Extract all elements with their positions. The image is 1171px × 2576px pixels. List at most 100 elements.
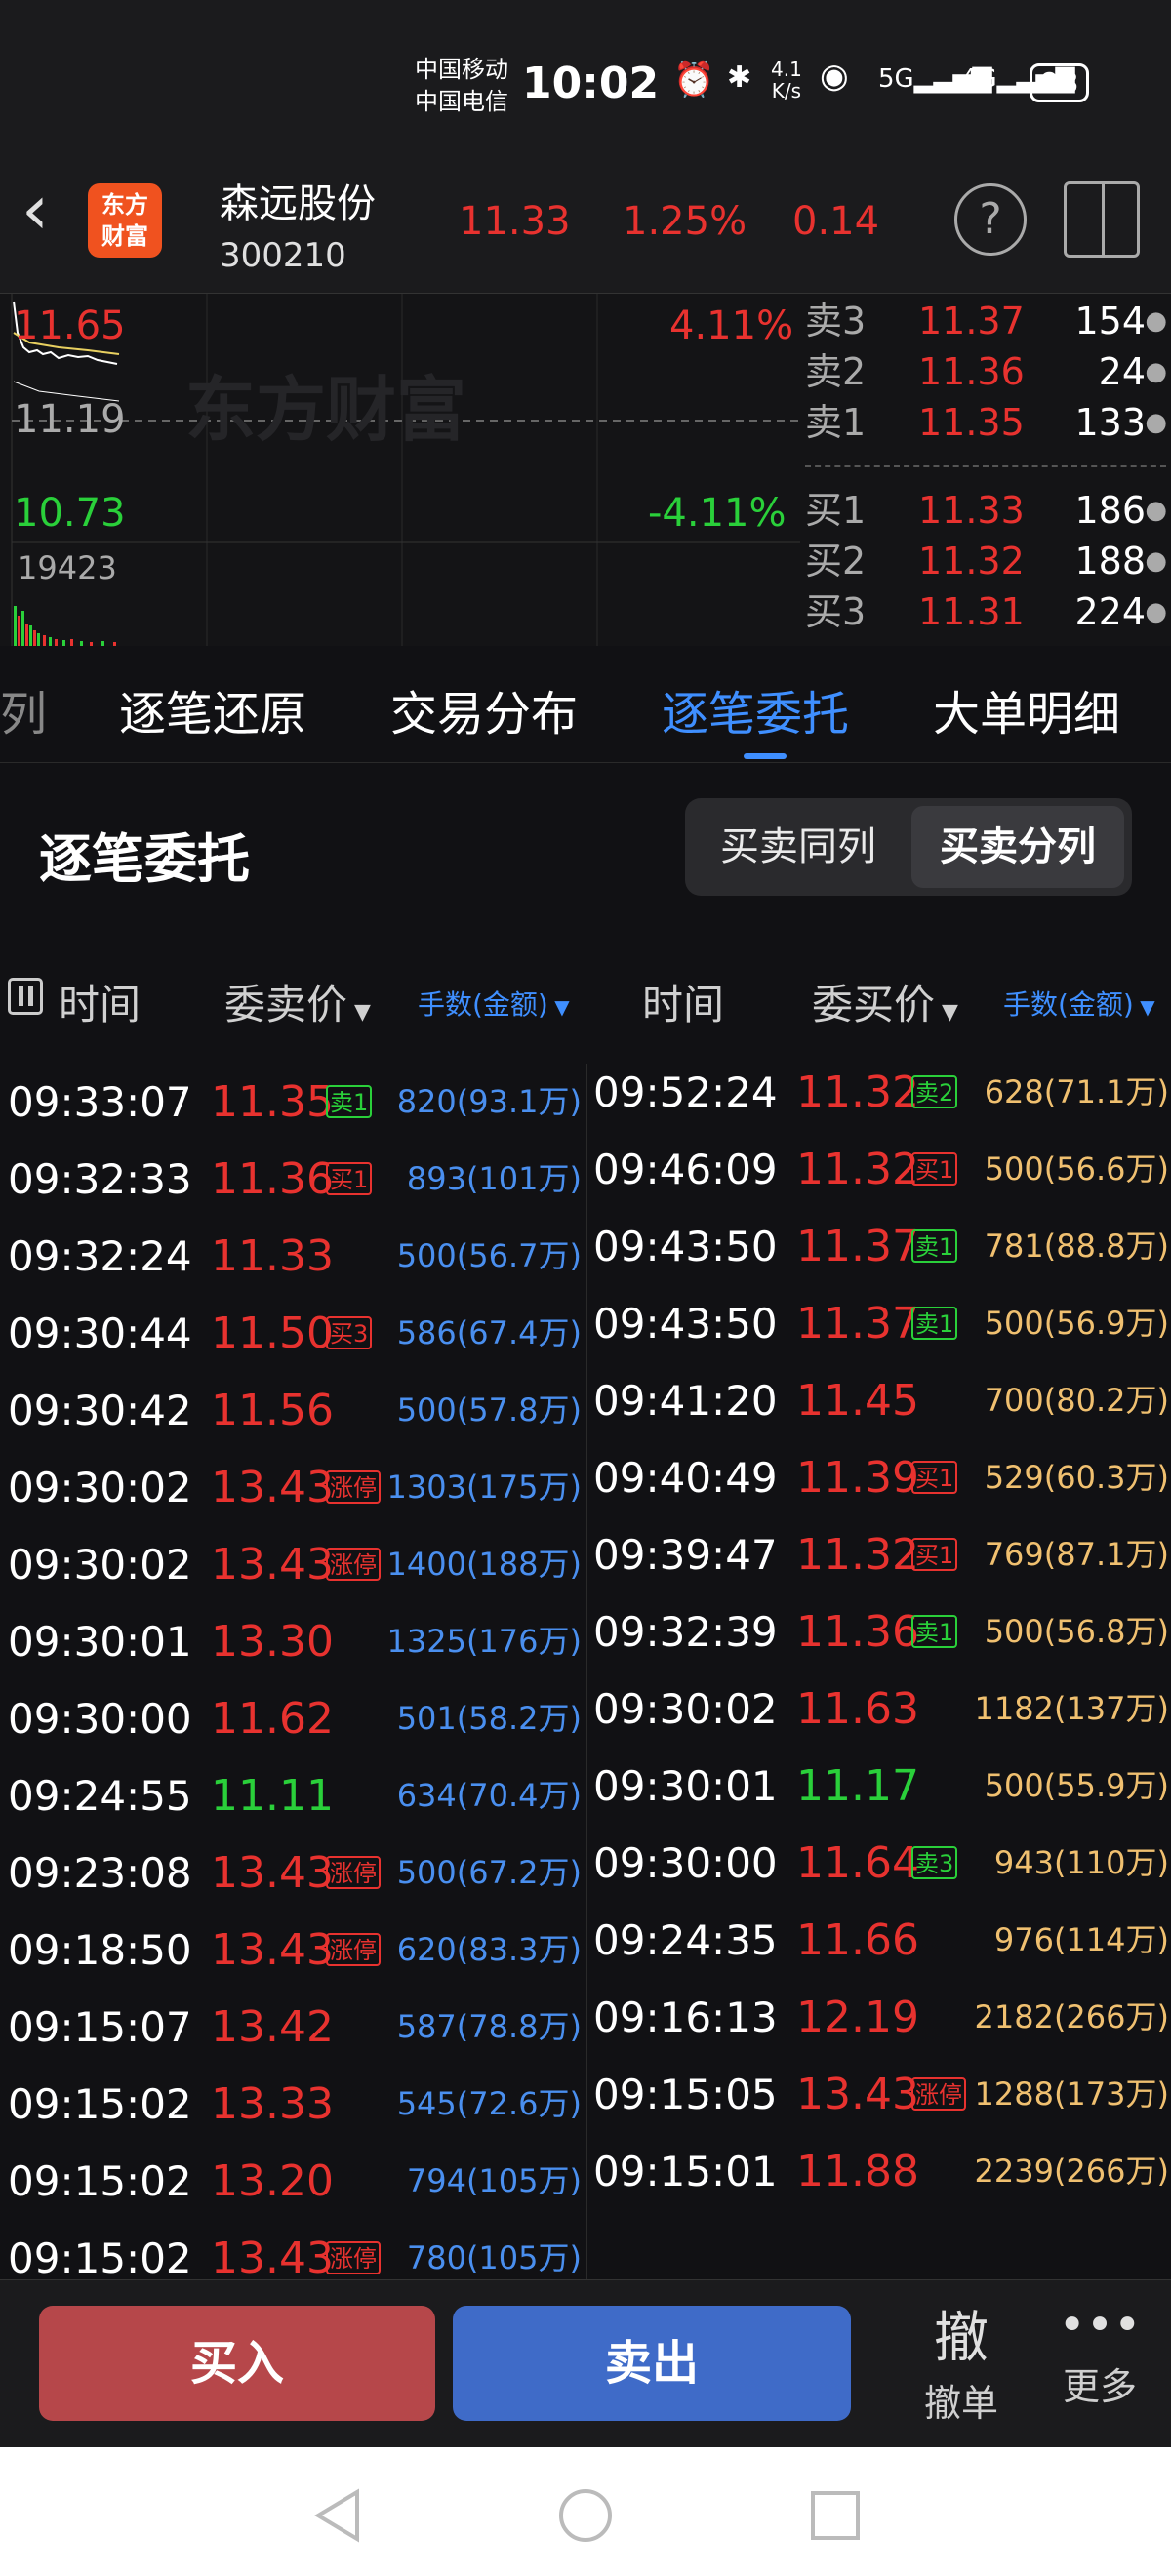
nav-back-icon[interactable] <box>310 2486 365 2545</box>
ask-1: 卖1 11.35 133 ● <box>805 397 1171 448</box>
order-time: 09:52:24 <box>593 1068 778 1116</box>
order-row: 09:23:08 13.43 涨停 500(67.2万) <box>0 1834 582 1912</box>
order-row: 09:30:01 11.17 500(55.9万) <box>587 1748 1169 1825</box>
more-icon: ••• <box>1058 2298 1142 2353</box>
tab-trade-distribution[interactable]: 交易分布 <box>390 675 578 744</box>
col-left-time: 时间 <box>59 981 141 1028</box>
order-book[interactable]: 卖3 11.37 154 ● 卖2 11.36 24 ● 卖1 11.35 13… <box>800 294 1171 647</box>
chart-mid-price: 11.19 <box>14 397 126 442</box>
logo-text-2: 财富 <box>101 222 148 250</box>
order-price: 11.36 <box>796 1607 919 1657</box>
order-time: 09:43:50 <box>593 1223 778 1270</box>
col-right-volume[interactable]: 手数(金额) ▼ <box>1003 984 1155 1023</box>
tab-active-indicator <box>744 753 787 759</box>
bid-label: 买3 <box>805 590 867 633</box>
order-row: 09:30:02 13.43 涨停 1400(188万) <box>0 1526 582 1603</box>
order-volume: 781(88.8万) <box>984 1228 1169 1265</box>
bid-label: 买2 <box>805 540 867 583</box>
order-time: 09:30:00 <box>8 1695 192 1743</box>
order-volume: 500(56.6万) <box>984 1150 1169 1187</box>
tab-partial[interactable]: 列 <box>0 675 47 744</box>
col-bid-price-label: 委买价 <box>812 981 936 1028</box>
order-row: 09:15:01 11.88 2239(266万) <box>587 2133 1169 2210</box>
chart-volume: 19423 <box>18 549 117 586</box>
order-badge: 卖1 <box>911 1307 958 1340</box>
order-badge: 卖1 <box>326 1085 373 1118</box>
bid-price: 11.32 <box>918 540 1025 583</box>
order-price: 11.56 <box>211 1386 334 1435</box>
order-time: 09:43:50 <box>593 1300 778 1348</box>
toggle-split-column[interactable]: 买卖分列 <box>911 806 1124 888</box>
help-icon[interactable]: ? <box>954 183 1027 256</box>
ask-label: 卖2 <box>805 350 867 393</box>
buy-button[interactable]: 买入 <box>39 2306 435 2421</box>
col-right-time: 时间 <box>642 981 725 1028</box>
order-row: 09:30:00 11.64 卖3 943(110万) <box>587 1825 1169 1902</box>
order-price: 11.45 <box>796 1376 919 1426</box>
order-time: 09:24:35 <box>593 1916 778 1964</box>
order-time: 09:30:01 <box>8 1618 192 1666</box>
cancel-order-button[interactable]: 撤 撤单 <box>908 2294 1015 2427</box>
order-price: 13.43 <box>211 1463 334 1512</box>
back-icon[interactable]: ‹ <box>21 176 49 244</box>
order-row: 09:41:20 11.45 700(80.2万) <box>587 1362 1169 1439</box>
order-volume: 893(101万) <box>406 1160 582 1197</box>
ask-price: 11.36 <box>918 350 1025 393</box>
order-price: 11.39 <box>796 1453 919 1503</box>
tab-large-order[interactable]: 大单明细 <box>933 675 1120 744</box>
ask-3: 卖3 11.37 154 ● <box>805 296 1171 346</box>
sell-order-list[interactable]: 09:33:07 11.35 卖1 820(93.1万) 09:32:33 11.36 买1… <box>0 1064 586 2279</box>
order-row: 09:32:33 11.36 买1 893(101万) <box>0 1141 582 1218</box>
order-volume: 545(72.6万) <box>396 2085 582 2122</box>
ask-2: 卖2 11.36 24 ● <box>805 346 1171 397</box>
order-row: 09:30:44 11.50 买3 586(67.4万) <box>0 1295 582 1372</box>
order-row: 09:32:39 11.36 卖1 500(56.8万) <box>587 1593 1169 1670</box>
order-row: 09:46:09 11.32 买1 500(56.6万) <box>587 1131 1169 1208</box>
tab-trade-restore[interactable]: 逐笔还原 <box>119 675 306 744</box>
layout-toggle-icon[interactable] <box>1064 181 1140 258</box>
more-button[interactable]: ••• 更多 <box>1046 2294 1153 2410</box>
order-time: 09:15:05 <box>593 2071 778 2118</box>
ask-price: 11.35 <box>918 401 1025 444</box>
order-row: 09:30:01 13.30 1325(176万) <box>0 1603 582 1680</box>
order-time: 09:40:49 <box>593 1454 778 1502</box>
pause-icon[interactable] <box>8 978 43 1015</box>
chart-low-price: 10.73 <box>14 491 126 536</box>
ask-label: 卖1 <box>805 401 867 444</box>
buy-order-list[interactable]: 09:52:24 11.32 卖2 628(71.1万) 09:46:09 11.32 买1… <box>587 1064 1171 2279</box>
order-badge: 买1 <box>911 1152 958 1186</box>
order-volume: 628(71.1万) <box>984 1073 1169 1110</box>
order-price: 11.37 <box>796 1222 919 1271</box>
order-price: 13.30 <box>211 1617 334 1667</box>
system-nav-bar <box>0 2447 1171 2576</box>
order-row: 09:15:02 13.43 涨停 780(105万) <box>0 2220 582 2279</box>
net-speed-unit: K/s <box>771 79 802 102</box>
order-row: 09:32:24 11.33 500(56.7万) <box>0 1218 582 1295</box>
order-row: 09:30:02 11.63 1182(137万) <box>587 1670 1169 1748</box>
order-time: 09:30:44 <box>8 1309 192 1357</box>
order-badge: 涨停 <box>326 1548 381 1581</box>
order-time: 09:33:07 <box>8 1078 192 1126</box>
stock-name: 森远股份 <box>220 181 376 226</box>
order-volume: 1182(137万) <box>974 1690 1170 1727</box>
col-ask-price[interactable]: 委卖价 ▼ <box>224 972 371 1031</box>
toggle-same-column[interactable]: 买卖同列 <box>693 806 904 888</box>
order-volume: 620(83.3万) <box>396 1931 582 1968</box>
order-book-divider <box>805 465 1166 467</box>
tab-order-by-order[interactable]: 逐笔委托 <box>662 675 849 744</box>
chart-high-price: 11.65 <box>14 303 126 348</box>
order-badge: 买1 <box>911 1538 958 1571</box>
col-left-volume[interactable]: 手数(金额) ▼ <box>418 984 570 1023</box>
order-volume: 500(57.8万) <box>396 1391 582 1429</box>
order-price: 11.32 <box>796 1530 919 1580</box>
order-row: 09:39:47 11.32 买1 769(87.1万) <box>587 1516 1169 1593</box>
col-bid-price[interactable]: 委买价 ▼ <box>812 972 958 1031</box>
order-time: 09:30:42 <box>8 1387 192 1434</box>
nav-recents-icon[interactable] <box>808 2488 863 2543</box>
dot-icon: ● <box>1145 357 1167 386</box>
change-amount: 0.14 <box>792 199 880 244</box>
bid-1: 买1 11.33 186 ● <box>805 485 1171 536</box>
nav-home-icon[interactable] <box>556 2486 615 2545</box>
sell-button[interactable]: 卖出 <box>453 2306 851 2421</box>
order-time: 09:32:33 <box>8 1155 192 1203</box>
